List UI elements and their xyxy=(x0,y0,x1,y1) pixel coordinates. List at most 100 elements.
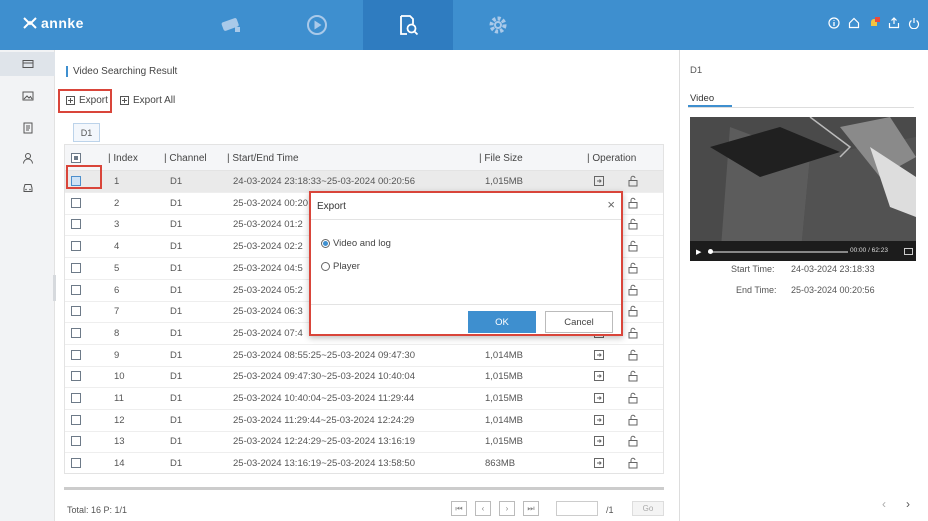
cell-index: 12 xyxy=(114,414,125,426)
sidebar-item-person[interactable] xyxy=(0,146,55,170)
download-icon[interactable] xyxy=(593,392,605,404)
row-checkbox[interactable] xyxy=(71,241,81,252)
sidebar-item-video[interactable] xyxy=(0,52,55,76)
preview-channel-title: D1 xyxy=(690,65,703,76)
download-icon[interactable] xyxy=(593,370,605,382)
brand-logo-icon xyxy=(23,17,37,29)
option-label: Player xyxy=(333,261,360,272)
ok-button[interactable]: OK xyxy=(468,311,536,333)
row-checkbox[interactable] xyxy=(71,306,81,317)
export-all-icon xyxy=(120,96,129,105)
video-progress-bar[interactable] xyxy=(708,251,848,253)
lock-icon[interactable] xyxy=(627,218,639,230)
row-checkbox[interactable] xyxy=(71,414,81,425)
video-icon xyxy=(22,60,33,68)
fullscreen-icon[interactable] xyxy=(904,248,913,255)
last-page-button[interactable]: ⏭ xyxy=(523,501,539,516)
sidebar-item-log[interactable] xyxy=(0,116,55,140)
table-row[interactable]: 1 D1 24-03-2024 23:18:33~25-03-2024 00:20:… xyxy=(65,171,663,193)
table-row[interactable]: 14 D1 25-03-2024 13:16:19~25-03-2024 13:58… xyxy=(65,453,663,473)
lock-icon[interactable] xyxy=(627,327,639,339)
lock-icon[interactable] xyxy=(627,240,639,252)
cell-size: 1,014MB xyxy=(485,414,524,426)
lock-icon[interactable] xyxy=(627,392,639,404)
table-row[interactable]: 12 D1 25-03-2024 11:29:44~25-03-2024 12:24… xyxy=(65,410,663,432)
first-page-button[interactable]: ⏮ xyxy=(451,501,467,516)
logout-icon[interactable] xyxy=(887,16,900,29)
lock-icon[interactable] xyxy=(627,175,639,187)
download-icon[interactable] xyxy=(593,435,605,447)
vehicle-icon xyxy=(23,184,32,192)
radio-selected-icon[interactable] xyxy=(321,239,330,248)
table-row[interactable]: 11 D1 25-03-2024 10:40:04~25-03-2024 11:29… xyxy=(65,388,663,410)
tab-settings[interactable] xyxy=(453,0,543,50)
go-button[interactable]: Go xyxy=(632,501,664,516)
alarm-icon[interactable] xyxy=(867,16,880,29)
row-checkbox[interactable] xyxy=(71,197,81,208)
download-icon[interactable] xyxy=(593,457,605,469)
export-all-button[interactable]: Export All xyxy=(120,95,175,106)
search-file-icon xyxy=(400,15,419,36)
lock-icon[interactable] xyxy=(627,435,639,447)
play-icon[interactable]: ▶ xyxy=(696,248,701,256)
power-icon[interactable] xyxy=(907,16,920,29)
lock-icon[interactable] xyxy=(627,284,639,296)
row-checkbox[interactable] xyxy=(71,371,81,382)
row-checkbox-highlight xyxy=(66,165,102,189)
download-icon[interactable] xyxy=(593,349,605,361)
option-video-and-log[interactable]: Video and log xyxy=(321,238,391,249)
tab-live-view[interactable] xyxy=(187,0,277,50)
progress-handle[interactable] xyxy=(708,249,713,254)
radio-unselected-icon[interactable] xyxy=(321,262,330,271)
row-checkbox[interactable] xyxy=(71,327,81,338)
next-page-button[interactable]: › xyxy=(499,501,515,516)
horizontal-scrollbar[interactable] xyxy=(64,487,664,490)
close-icon[interactable]: × xyxy=(607,197,615,212)
brand-logo: annke xyxy=(22,15,84,31)
info-icon[interactable] xyxy=(827,16,840,29)
prev-page-button[interactable]: ‹ xyxy=(475,501,491,516)
download-icon[interactable] xyxy=(593,175,605,187)
preview-next-icon[interactable]: › xyxy=(906,497,910,511)
cancel-button[interactable]: Cancel xyxy=(545,311,613,333)
tab-playback[interactable] xyxy=(272,0,362,50)
tab-video[interactable]: Video xyxy=(690,93,714,104)
preview-prev-icon[interactable]: ‹ xyxy=(882,497,886,511)
cell-time: 25-03-2024 12:24:29~25-03-2024 13:16:19 xyxy=(233,436,415,448)
table-row[interactable]: 9 D1 25-03-2024 08:55:25~25-03-2024 09:47:… xyxy=(65,345,663,367)
download-icon[interactable] xyxy=(593,414,605,426)
table-row[interactable]: 13 D1 25-03-2024 12:24:29~25-03-2024 13:16… xyxy=(65,431,663,454)
cell-time: 25-03-2024 05:2 xyxy=(233,284,303,296)
page-title: Video Searching Result xyxy=(66,66,177,77)
row-checkbox[interactable] xyxy=(71,349,81,360)
lock-icon[interactable] xyxy=(627,305,639,317)
sidebar-item-picture[interactable] xyxy=(0,84,55,108)
lock-icon[interactable] xyxy=(627,414,639,426)
page-input[interactable] xyxy=(556,501,598,516)
column-header-channel: | Channel xyxy=(164,153,207,164)
cell-index: 4 xyxy=(114,241,120,253)
lock-icon[interactable] xyxy=(627,349,639,361)
table-row[interactable]: 10 D1 25-03-2024 09:47:30~25-03-2024 10:40… xyxy=(65,366,663,389)
row-checkbox[interactable] xyxy=(71,219,81,230)
row-checkbox[interactable] xyxy=(71,436,81,447)
cell-index: 5 xyxy=(114,262,120,274)
row-checkbox[interactable] xyxy=(71,284,81,295)
home-icon[interactable] xyxy=(847,16,860,29)
lock-icon[interactable] xyxy=(627,370,639,382)
lock-icon[interactable] xyxy=(627,457,639,469)
option-player[interactable]: Player xyxy=(321,261,360,272)
row-checkbox[interactable] xyxy=(71,458,81,469)
video-preview[interactable]: ▶ 00:00 / 62:23 xyxy=(690,117,916,261)
lock-icon[interactable] xyxy=(627,197,639,209)
top-navigation-bar: annke xyxy=(0,0,928,50)
tab-search[interactable] xyxy=(363,0,453,50)
lock-icon[interactable] xyxy=(627,262,639,274)
select-all-checkbox[interactable] xyxy=(71,153,81,163)
sidebar-item-vehicle[interactable] xyxy=(0,176,55,200)
row-checkbox[interactable] xyxy=(71,393,81,403)
row-checkbox[interactable] xyxy=(71,262,81,273)
column-header-time: | Start/End Time xyxy=(227,153,299,164)
channel-tab-d1[interactable]: D1 xyxy=(73,123,100,142)
cell-size: 1,015MB xyxy=(485,371,524,383)
